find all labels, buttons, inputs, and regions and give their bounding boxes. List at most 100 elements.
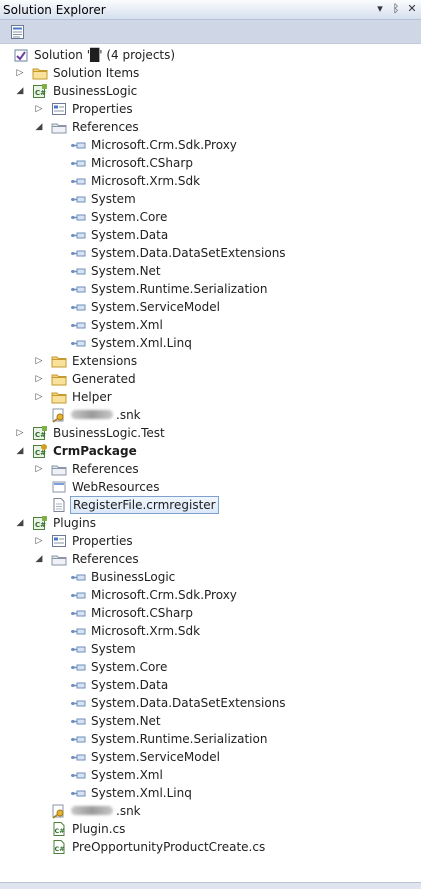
tree-item-solution-4-projects[interactable]: Solution '█' (4 projects): [0, 46, 421, 64]
svg-text:C#: C#: [35, 449, 46, 457]
tree-item-label: System.Data.DataSetExtensions: [91, 696, 286, 710]
tree-item-system-xml[interactable]: System.Xml: [0, 316, 421, 334]
collapsed-arrow-icon[interactable]: ▷: [34, 100, 44, 118]
tree-item-system-data[interactable]: System.Data: [0, 676, 421, 694]
tree-item-preopportunityproductcreate-cs[interactable]: C# PreOpportunityProductCreate.cs: [0, 838, 421, 856]
solution-icon: [14, 49, 28, 62]
tree-item-system[interactable]: System: [0, 190, 421, 208]
tree-item-system-xml-linq[interactable]: System.Xml.Linq: [0, 334, 421, 352]
tree-item-label: Properties: [72, 102, 133, 116]
reference-icon: [71, 178, 86, 185]
expanded-arrow-icon[interactable]: ◢: [34, 118, 44, 136]
title-bar: Solution Explorer ▾ ᛒ ✕: [0, 0, 421, 20]
tree-item-businesslogic[interactable]: ◢ C# BusinessLogic: [0, 82, 421, 100]
tree-item-system-runtime-serialization[interactable]: System.Runtime.Serialization: [0, 730, 421, 748]
dropdown-icon[interactable]: ▾: [373, 2, 387, 16]
tree-item-references[interactable]: ◢ References: [0, 550, 421, 568]
tree-item-system-xml-linq[interactable]: System.Xml.Linq: [0, 784, 421, 802]
csproj-icon: C#: [33, 516, 47, 530]
collapsed-arrow-icon[interactable]: ▷: [15, 424, 25, 442]
reference-icon: [71, 268, 86, 275]
tree-item-plugins[interactable]: ◢ C# Plugins: [0, 514, 421, 532]
tree-item-label: .snk: [116, 408, 141, 422]
crmpackage-icon: C#: [33, 444, 47, 458]
reference-icon: [71, 142, 86, 149]
collapsed-arrow-icon[interactable]: ▷: [34, 532, 44, 550]
tree-item-properties[interactable]: ▷ Properties: [0, 100, 421, 118]
tree-item-system-runtime-serialization[interactable]: System.Runtime.Serialization: [0, 280, 421, 298]
tree-item-microsoft-xrm-sdk[interactable]: Microsoft.Xrm.Sdk: [0, 172, 421, 190]
tree-item-helper[interactable]: ▷ Helper: [0, 388, 421, 406]
tree-item-references[interactable]: ▷ References: [0, 460, 421, 478]
tree-item-microsoft-csharp[interactable]: Microsoft.CSharp: [0, 604, 421, 622]
tree-item-system-core[interactable]: System.Core: [0, 208, 421, 226]
tree-item-system-data[interactable]: System.Data: [0, 226, 421, 244]
tree-item-snk[interactable]: .snk: [0, 406, 421, 424]
tree-item-label: Plugins: [53, 516, 96, 530]
reference-icon: [71, 232, 86, 239]
tree-item-businesslogic[interactable]: BusinessLogic: [0, 568, 421, 586]
tree-item-label: WebResources: [72, 480, 160, 494]
expanded-arrow-icon[interactable]: ◢: [15, 82, 25, 100]
tree-item-microsoft-crm-sdk-proxy[interactable]: Microsoft.Crm.Sdk.Proxy: [0, 586, 421, 604]
tree-item-microsoft-xrm-sdk[interactable]: Microsoft.Xrm.Sdk: [0, 622, 421, 640]
tree-item-system-net[interactable]: System.Net: [0, 262, 421, 280]
tree-item-microsoft-csharp[interactable]: Microsoft.CSharp: [0, 154, 421, 172]
expanded-arrow-icon[interactable]: ◢: [15, 514, 25, 532]
collapsed-arrow-icon[interactable]: ▷: [34, 388, 44, 406]
tree-item-generated[interactable]: ▷ Generated: [0, 370, 421, 388]
tree-item-system-servicemodel[interactable]: System.ServiceModel: [0, 298, 421, 316]
tree-item-solution-items[interactable]: ▷ Solution Items: [0, 64, 421, 82]
svg-text:C#: C#: [35, 89, 46, 97]
tree-item-properties[interactable]: ▷ Properties: [0, 532, 421, 550]
tree-item-registerfile-crmregister[interactable]: RegisterFile.crmregister: [0, 496, 421, 514]
tree-item-label: System.Data.DataSetExtensions: [91, 246, 286, 260]
expanded-arrow-icon[interactable]: ◢: [34, 550, 44, 568]
tree-item-label: System.Xml.Linq: [91, 786, 192, 800]
tree-item-label: References: [72, 552, 139, 566]
expanded-arrow-icon[interactable]: ◢: [15, 442, 25, 460]
properties-icon: [52, 535, 66, 547]
properties-icon: [52, 103, 66, 115]
tree-item-crmpackage[interactable]: ◢ C# CrmPackage: [0, 442, 421, 460]
tree-item-system-data-datasetextensions[interactable]: System.Data.DataSetExtensions: [0, 694, 421, 712]
webres-icon: [52, 481, 66, 493]
tree-item-system-net[interactable]: System.Net: [0, 712, 421, 730]
tree-item-label: Microsoft.Xrm.Sdk: [91, 174, 201, 188]
redacted-filename: [71, 410, 113, 419]
tree-item-webresources[interactable]: WebResources: [0, 478, 421, 496]
tree-item-businesslogic-test[interactable]: ▷ C# BusinessLogic.Test: [0, 424, 421, 442]
csproj-icon: C#: [33, 84, 47, 98]
tree-item-microsoft-crm-sdk-proxy[interactable]: Microsoft.Crm.Sdk.Proxy: [0, 136, 421, 154]
tree-item-label: References: [72, 120, 139, 134]
tree-item-snk[interactable]: .snk: [0, 802, 421, 820]
reference-icon: [71, 736, 86, 743]
collapsed-arrow-icon[interactable]: ▷: [34, 370, 44, 388]
tree-item-system-xml[interactable]: System.Xml: [0, 766, 421, 784]
reference-icon: [71, 628, 86, 635]
folder-icon: [32, 68, 48, 80]
tree-item-system[interactable]: System: [0, 640, 421, 658]
reference-icon: [71, 214, 86, 221]
pin-icon[interactable]: ᛒ: [389, 2, 403, 16]
svg-text:C#: C#: [55, 827, 65, 835]
properties-icon[interactable]: [10, 24, 26, 40]
tree-item-label: RegisterFile.crmregister: [70, 496, 219, 514]
close-icon[interactable]: ✕: [405, 2, 419, 16]
tree-item-plugin-cs[interactable]: C# Plugin.cs: [0, 820, 421, 838]
tree-item-label: System.Xml: [91, 318, 163, 332]
collapsed-arrow-icon[interactable]: ▷: [15, 64, 25, 82]
key-icon: [52, 408, 64, 423]
tree-item-extensions[interactable]: ▷ Extensions: [0, 352, 421, 370]
tree-item-label: System: [91, 192, 136, 206]
tree-item-references[interactable]: ◢ References: [0, 118, 421, 136]
collapsed-arrow-icon[interactable]: ▷: [34, 460, 44, 478]
tree-item-system-data-datasetextensions[interactable]: System.Data.DataSetExtensions: [0, 244, 421, 262]
reference-icon: [71, 682, 86, 689]
collapsed-arrow-icon[interactable]: ▷: [34, 352, 44, 370]
tree-item-system-core[interactable]: System.Core: [0, 658, 421, 676]
references-icon: [51, 123, 67, 134]
reference-icon: [71, 610, 86, 617]
tree-item-label: References: [72, 462, 139, 476]
tree-item-system-servicemodel[interactable]: System.ServiceModel: [0, 748, 421, 766]
